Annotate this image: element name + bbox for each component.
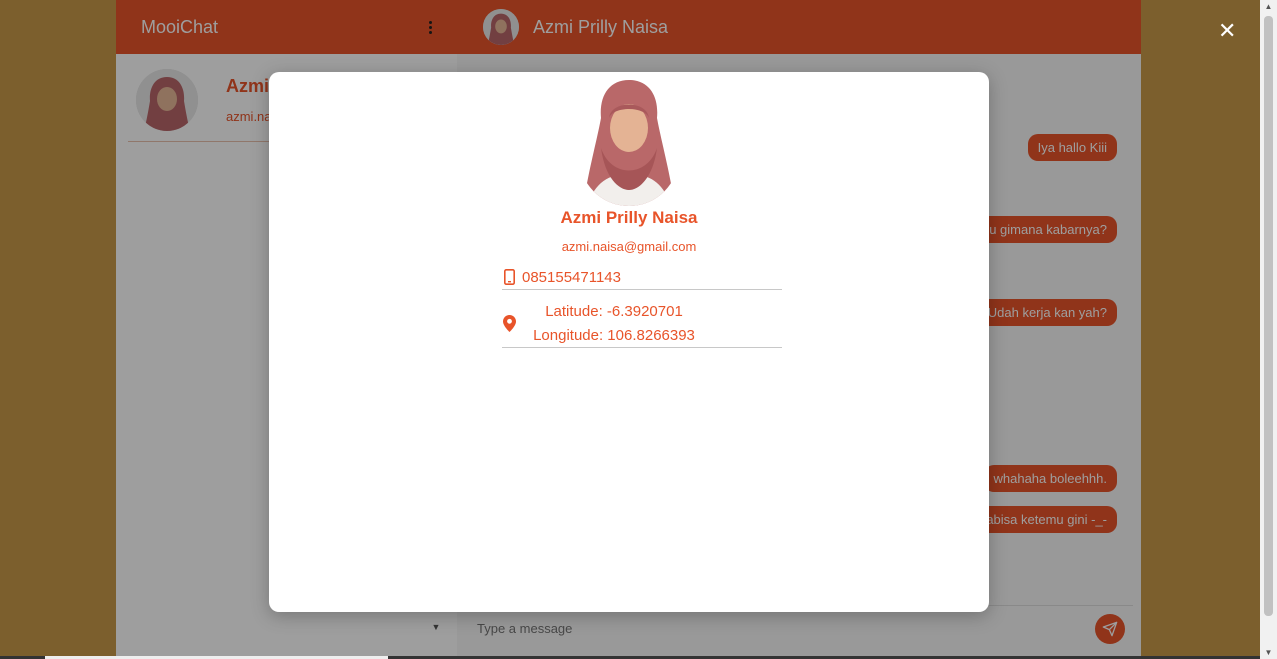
scrollbar-thumb[interactable]	[1264, 16, 1273, 616]
profile-email: azmi.naisa@gmail.com	[561, 239, 697, 254]
scroll-down-icon[interactable]: ▼	[1263, 648, 1274, 657]
page-scrollbar[interactable]: ▲ ▼	[1260, 0, 1277, 659]
profile-photo	[579, 78, 679, 206]
map-pin-icon	[502, 315, 516, 332]
scroll-up-icon[interactable]: ▲	[1263, 2, 1274, 11]
latitude-text: Latitude: -6.3920701	[545, 302, 683, 320]
close-icon[interactable]: ✕	[1218, 20, 1236, 42]
profile-name: Azmi Prilly Naisa	[560, 208, 698, 227]
phone-field: 085155471143	[502, 265, 782, 290]
longitude-text: Longitude: 106.8266393	[533, 326, 695, 344]
phone-number: 085155471143	[522, 268, 621, 286]
phone-icon	[502, 269, 516, 285]
profile-modal: Azmi Prilly Naisa azmi.naisa@gmail.com 0…	[269, 72, 989, 612]
location-field: Latitude: -6.3920701 Longitude: 106.8266…	[502, 300, 782, 348]
